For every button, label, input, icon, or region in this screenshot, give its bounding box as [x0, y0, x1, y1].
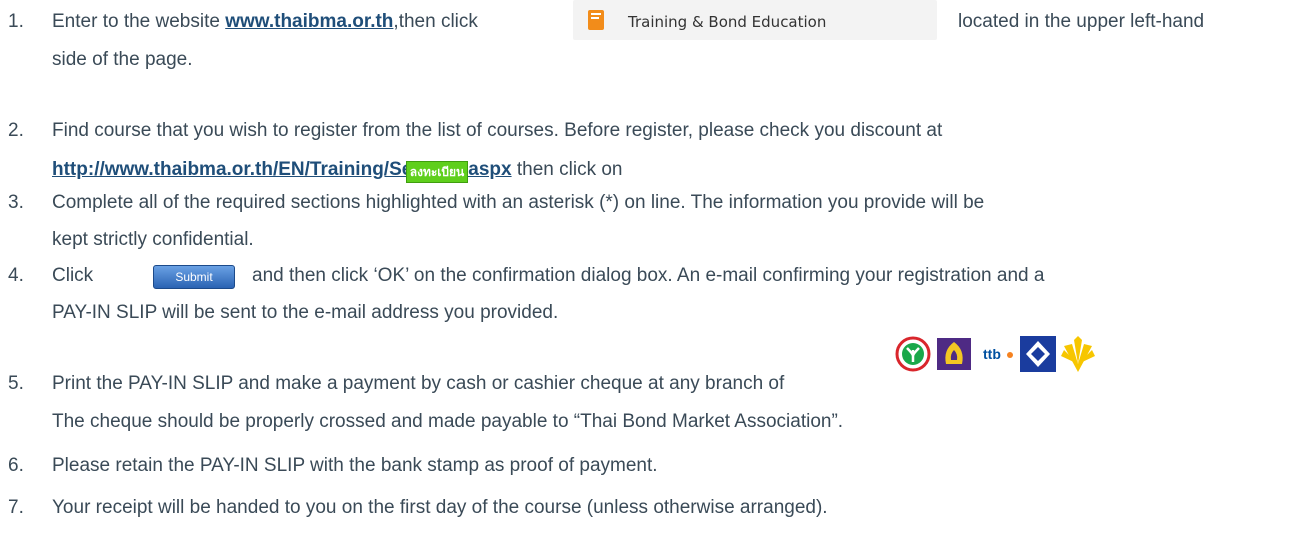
svg-text:ttb: ttb	[983, 346, 1001, 362]
submit-button: Submit	[153, 265, 235, 289]
step-text: Find course that you wish to register fr…	[52, 120, 943, 141]
step-text: Please retain the PAY-IN SLIP with the b…	[52, 455, 658, 476]
training-bond-education-button: Training & Bond Education	[573, 0, 937, 40]
training-button-label: Training & Bond Education	[628, 13, 827, 31]
step-text: and then click ‘OK’ on the confirmation …	[252, 265, 1045, 286]
step-number: 3.	[8, 192, 24, 213]
step-number: 5.	[8, 373, 24, 394]
step-number: 6.	[8, 455, 24, 476]
step-text: Your receipt will be handed to you on th…	[52, 497, 828, 518]
step-number: 4.	[8, 265, 24, 286]
krungsri-logo	[1058, 334, 1098, 374]
ttb-logo: ttb	[983, 346, 1013, 362]
step-text-line2: The cheque should be properly crossed an…	[52, 411, 844, 432]
step-text: Enter to the website www.thaibma.or.th,t…	[52, 11, 478, 32]
register-button: ลงทะเบียน	[406, 161, 468, 183]
step-text-line2: side of the page.	[52, 49, 193, 70]
step-text-line2: PAY-IN SLIP will be sent to the e-mail a…	[52, 302, 559, 323]
step-number: 1.	[8, 11, 24, 32]
book-icon	[588, 10, 604, 30]
step-text-line2: http://www.thaibma.or.th/EN/Training/Sem…	[52, 159, 623, 180]
website-link[interactable]: www.thaibma.or.th	[225, 11, 393, 32]
step-number: 2.	[8, 120, 24, 141]
step-number: 7.	[8, 497, 24, 518]
bangkok-bank-logo	[1020, 336, 1056, 372]
step-text: Complete all of the required sections hi…	[52, 192, 985, 213]
kasikornbank-logo	[895, 336, 931, 372]
step-text-suffix: located in the upper left-hand	[958, 11, 1205, 32]
scb-logo	[937, 338, 971, 370]
step-text-line2: kept strictly confidential.	[52, 229, 254, 250]
step-text-prefix: Click	[52, 265, 94, 286]
step-text: Print the PAY-IN SLIP and make a payment…	[52, 373, 785, 394]
